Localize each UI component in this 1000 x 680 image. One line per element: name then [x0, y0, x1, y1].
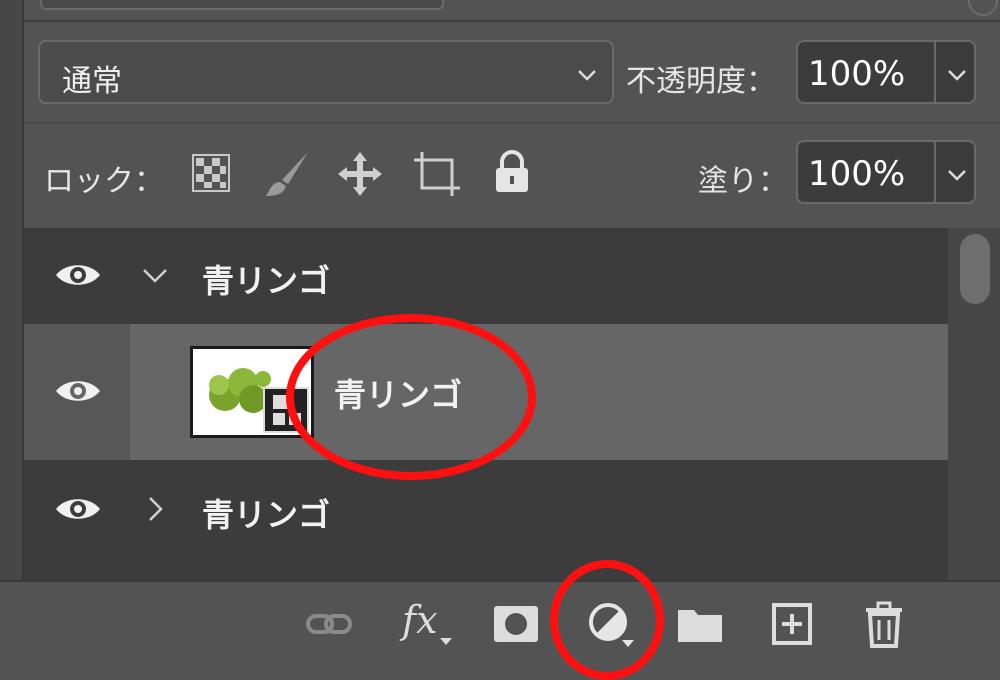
fill-field[interactable]: 100%: [796, 140, 976, 204]
chevron-down-icon: [578, 70, 596, 81]
layer-name: 青リンゴ: [202, 496, 331, 534]
new-group-icon[interactable]: [676, 600, 726, 648]
delete-layer-icon[interactable]: [860, 600, 910, 648]
left-panel-edge: [0, 0, 24, 665]
fill-label: 塗り：: [698, 164, 788, 199]
opacity-field[interactable]: 100%: [796, 40, 976, 104]
chevron-right-icon[interactable]: [140, 494, 170, 524]
add-mask-icon[interactable]: [492, 600, 542, 648]
layer-row-group[interactable]: 青リンゴ: [24, 228, 948, 322]
lock-position-icon[interactable]: [336, 150, 384, 198]
lock-artboard-icon[interactable]: [412, 150, 462, 198]
lock-transparent-pixels-icon[interactable]: [192, 154, 230, 192]
highlight-circle-adjustment-icon: [550, 560, 664, 680]
chevron-down-icon[interactable]: [946, 64, 968, 86]
link-layers-icon[interactable]: [304, 600, 354, 648]
layer-row-group[interactable]: 青リンゴ: [24, 462, 948, 556]
new-layer-icon[interactable]: [768, 600, 818, 648]
blend-mode-select[interactable]: 通常: [38, 40, 614, 104]
lock-image-pixels-icon[interactable]: [262, 150, 312, 198]
fx-icon[interactable]: fx: [402, 598, 454, 648]
opacity-value: 100%: [808, 54, 906, 94]
highlight-circle-layer-name: [286, 314, 536, 480]
eye-icon[interactable]: [54, 376, 102, 406]
fx-label: fx: [402, 598, 438, 642]
opacity-label: 不透明度：: [626, 64, 776, 99]
chevron-down-icon[interactable]: [946, 164, 968, 186]
eye-icon[interactable]: [54, 260, 102, 290]
lock-label: ロック：: [44, 164, 164, 199]
layer-name: 青リンゴ: [202, 262, 331, 300]
chevron-down-icon[interactable]: [140, 260, 170, 290]
divider: [24, 122, 1000, 124]
scrollbar-thumb[interactable]: [960, 234, 990, 304]
lock-all-icon[interactable]: [494, 150, 530, 194]
blend-mode-value: 通常: [62, 64, 122, 99]
fill-value: 100%: [808, 154, 906, 194]
layer-filter-field[interactable]: [40, 0, 444, 10]
eye-icon[interactable]: [54, 494, 102, 524]
